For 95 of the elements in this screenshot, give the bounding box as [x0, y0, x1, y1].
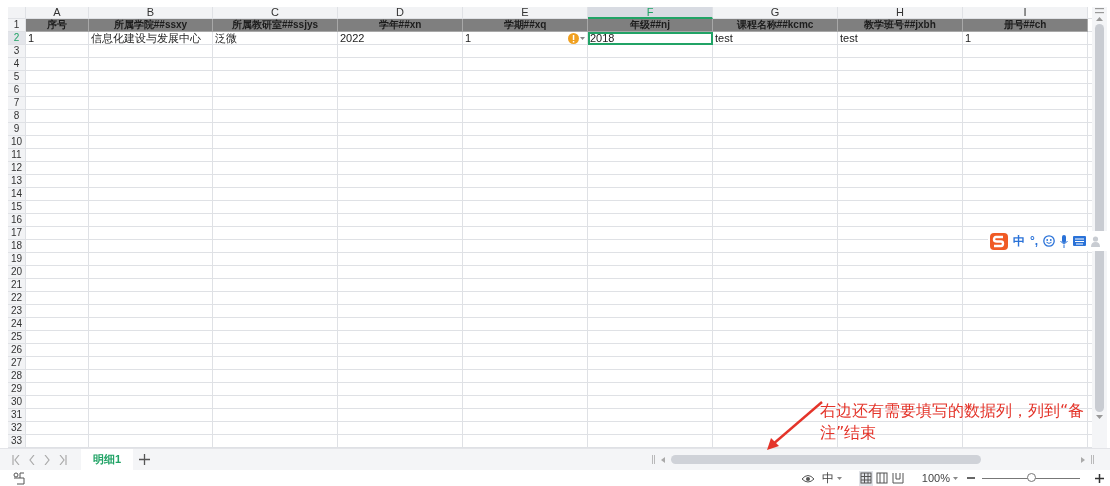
row-header[interactable]: 11	[8, 149, 26, 162]
page-break-view-button[interactable]	[890, 470, 905, 486]
scroll-up-icon[interactable]	[1096, 17, 1103, 21]
row-header[interactable]: 12	[8, 162, 26, 175]
table-cell[interactable]: 1	[963, 32, 1088, 45]
column-header[interactable]: C	[213, 7, 338, 19]
table-cell[interactable]: 信息化建设与发展中心	[89, 32, 213, 45]
row-header[interactable]: 6	[8, 84, 26, 97]
column-title-cell: 学期##xq	[463, 19, 588, 32]
row-header[interactable]: 5	[8, 71, 26, 84]
zoom-in-icon[interactable]	[1095, 473, 1104, 483]
cell-text: 1	[465, 32, 472, 44]
previous-sheet-icon[interactable]	[29, 454, 35, 465]
microphone-icon[interactable]	[1060, 234, 1069, 248]
row-header[interactable]: 17	[8, 227, 26, 240]
row-header[interactable]: 30	[8, 396, 26, 409]
row-header[interactable]: 23	[8, 305, 26, 318]
row-header[interactable]: 25	[8, 331, 26, 344]
row-header[interactable]: 24	[8, 318, 26, 331]
column-title-cell: 学年##xn	[338, 19, 463, 32]
scroll-right-icon[interactable]	[1081, 456, 1085, 463]
split-icon[interactable]	[1095, 8, 1104, 14]
split-icon[interactable]	[1091, 455, 1094, 464]
add-sheet-icon[interactable]	[139, 454, 151, 465]
eye-icon[interactable]	[800, 472, 815, 484]
column-header[interactable]: I	[963, 7, 1088, 19]
row-header[interactable]: 9	[8, 123, 26, 136]
scrollbar-thumb[interactable]	[671, 455, 981, 464]
last-sheet-icon[interactable]	[59, 454, 67, 465]
scrollbar-thumb[interactable]	[1095, 24, 1104, 412]
caret-icon[interactable]	[836, 476, 842, 480]
ime-mode-button[interactable]: 中	[1013, 232, 1025, 250]
row-header[interactable]: 29	[8, 383, 26, 396]
row-header[interactable]: 8	[8, 110, 26, 123]
row-header[interactable]: 22	[8, 292, 26, 305]
row-header[interactable]: 15	[8, 201, 26, 214]
annotation-text: 右边还有需要填写的数据列，列到“备注”结束	[820, 400, 1086, 444]
column-header[interactable]: G	[713, 7, 838, 19]
row-header[interactable]: 18	[8, 240, 26, 253]
row-header[interactable]: 14	[8, 188, 26, 201]
row-header[interactable]: 27	[8, 357, 26, 370]
row-header[interactable]: 16	[8, 214, 26, 227]
row-header[interactable]: 19	[8, 253, 26, 266]
keyboard-icon[interactable]	[1073, 236, 1087, 246]
split-icon[interactable]	[652, 455, 655, 464]
zoom-out-icon[interactable]	[967, 474, 975, 482]
row-header[interactable]: 33	[8, 435, 26, 448]
row-header[interactable]: 3	[8, 45, 26, 58]
table-cell[interactable]: 1	[26, 32, 89, 45]
column-header[interactable]: H	[838, 7, 963, 19]
row-header[interactable]: 4	[8, 58, 26, 71]
table-cell[interactable]: 2022	[338, 32, 463, 45]
macro-icon[interactable]	[13, 471, 26, 485]
row-header[interactable]: 31	[8, 409, 26, 422]
row-header[interactable]: 32	[8, 422, 26, 435]
column-title-cell: 所属教研室##ssjys	[213, 19, 338, 32]
column-header[interactable]: D	[338, 7, 463, 19]
row-header[interactable]: 28	[8, 370, 26, 383]
row-header[interactable]: 21	[8, 279, 26, 292]
row-header[interactable]: 26	[8, 344, 26, 357]
column-title-cell: 课程名称##kcmc	[713, 19, 838, 32]
table-cell[interactable]: test	[838, 32, 963, 45]
slider-thumb[interactable]	[1026, 472, 1036, 482]
user-icon[interactable]	[1091, 235, 1101, 247]
first-sheet-icon[interactable]	[12, 454, 20, 465]
caret-icon[interactable]	[580, 36, 585, 40]
row-header[interactable]: 7	[8, 97, 26, 110]
row-header[interactable]: 10	[8, 136, 26, 149]
column-title-cell: 教学班号##jxbh	[838, 19, 963, 32]
zoom-level[interactable]: 100%	[921, 472, 950, 484]
table-cell[interactable]: 2018	[588, 32, 713, 45]
ime-logo-icon[interactable]	[990, 232, 1008, 250]
column-title-cell: 序号	[26, 19, 89, 32]
column-title-cell: 年级##nj	[588, 19, 713, 32]
caret-icon[interactable]	[953, 476, 958, 480]
column-header[interactable]: B	[89, 7, 213, 19]
table-cell[interactable]: test	[713, 32, 838, 45]
column-header[interactable]: E	[463, 7, 588, 19]
scroll-left-icon[interactable]	[661, 456, 665, 463]
row-header[interactable]: 1	[8, 19, 26, 32]
smiley-icon[interactable]	[1043, 235, 1056, 247]
scroll-down-icon[interactable]	[1096, 415, 1103, 419]
input-mode-button[interactable]: 中	[821, 469, 834, 486]
column-title-cell: 册号##ch	[963, 19, 1088, 32]
punctuation-button[interactable]: °,	[1030, 234, 1039, 248]
next-sheet-icon[interactable]	[44, 454, 50, 465]
column-header[interactable]: A	[26, 7, 89, 19]
column-title-cell: 所属学院##ssxy	[89, 19, 213, 32]
row-header[interactable]: 20	[8, 266, 26, 279]
row-header[interactable]: 13	[8, 175, 26, 188]
normal-view-button[interactable]	[858, 470, 873, 486]
table-cell[interactable]: 1	[463, 32, 588, 45]
warning-icon[interactable]	[568, 32, 579, 44]
table-cell[interactable]: 泛微	[213, 32, 338, 45]
page-layout-view-button[interactable]	[874, 470, 889, 486]
